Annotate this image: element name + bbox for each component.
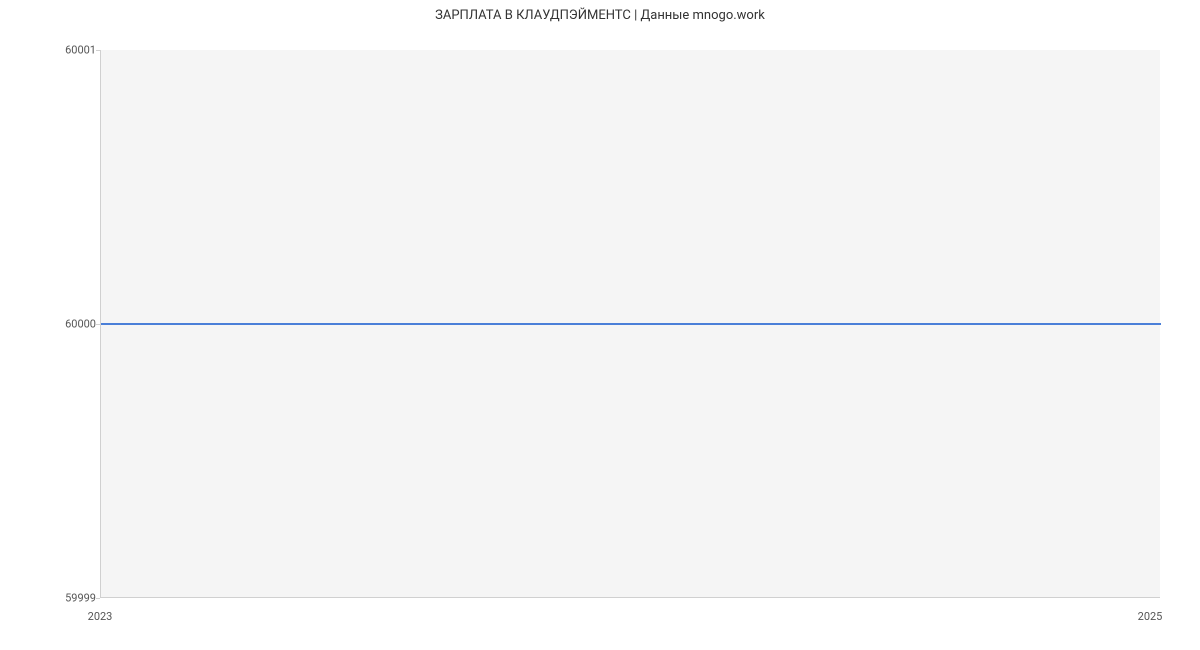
y-tick-line [96, 598, 100, 599]
plot-area [100, 50, 1160, 598]
y-tick-label: 60001 [65, 44, 96, 57]
data-line [101, 323, 1161, 325]
chart-title: ЗАРПЛАТА В КЛАУДПЭЙМЕНТС | Данные mnogo.… [0, 8, 1200, 23]
y-tick-label: 59999 [65, 592, 96, 605]
y-tick-line [96, 324, 100, 325]
y-tick-line [96, 50, 100, 51]
x-tick-label: 2025 [1138, 610, 1163, 623]
y-tick-label: 60000 [65, 318, 96, 331]
x-tick-label: 2023 [88, 610, 113, 623]
